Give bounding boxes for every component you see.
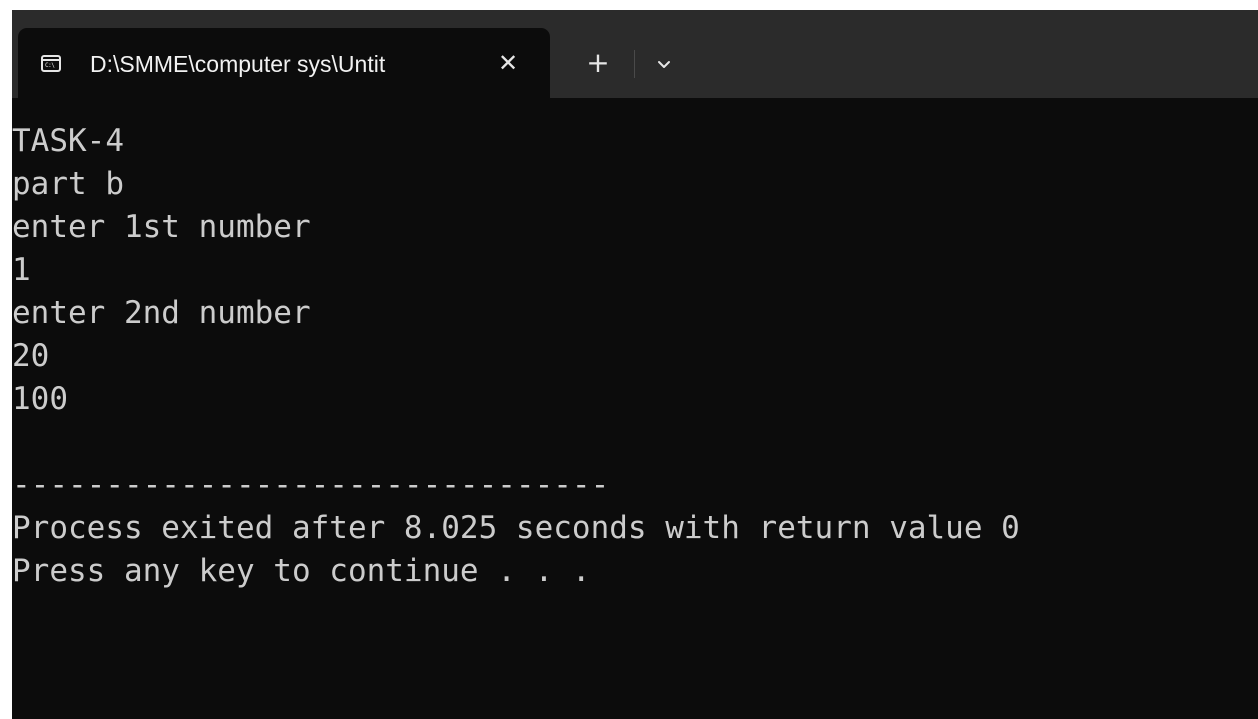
console-icon: C:\ — [41, 55, 61, 72]
chevron-down-icon — [658, 61, 670, 68]
new-tab-button[interactable]: + — [584, 46, 612, 82]
console-line: -------------------------------- — [12, 467, 610, 503]
tab-console[interactable]: C:\ D:\SMME\computer sys\Untit ✕ — [18, 28, 550, 98]
toolbar-divider — [634, 50, 635, 78]
console-line: Press any key to continue . . . — [12, 553, 591, 589]
dropdown-button[interactable] — [652, 50, 676, 78]
console-line: Process exited after 8.025 seconds with … — [12, 510, 1020, 546]
console-output[interactable]: TASK-4 part b enter 1st number 1 enter 2nd n… — [12, 98, 1258, 719]
terminal-window: C:\ D:\SMME\computer sys\Untit ✕ + TASK-… — [12, 10, 1258, 719]
console-line: 100 — [12, 381, 68, 417]
close-tab-button[interactable]: ✕ — [494, 45, 522, 81]
tab-title: D:\SMME\computer sys\Untit — [90, 51, 386, 77]
console-line: 1 — [12, 252, 31, 288]
console-line: TASK-4 — [12, 123, 124, 159]
title-bar: C:\ D:\SMME\computer sys\Untit ✕ + — [12, 10, 1258, 98]
console-line: part b — [12, 166, 124, 202]
console-line: enter 2nd number — [12, 295, 311, 331]
console-line: 20 — [12, 338, 50, 374]
console-line: enter 1st number — [12, 209, 311, 245]
